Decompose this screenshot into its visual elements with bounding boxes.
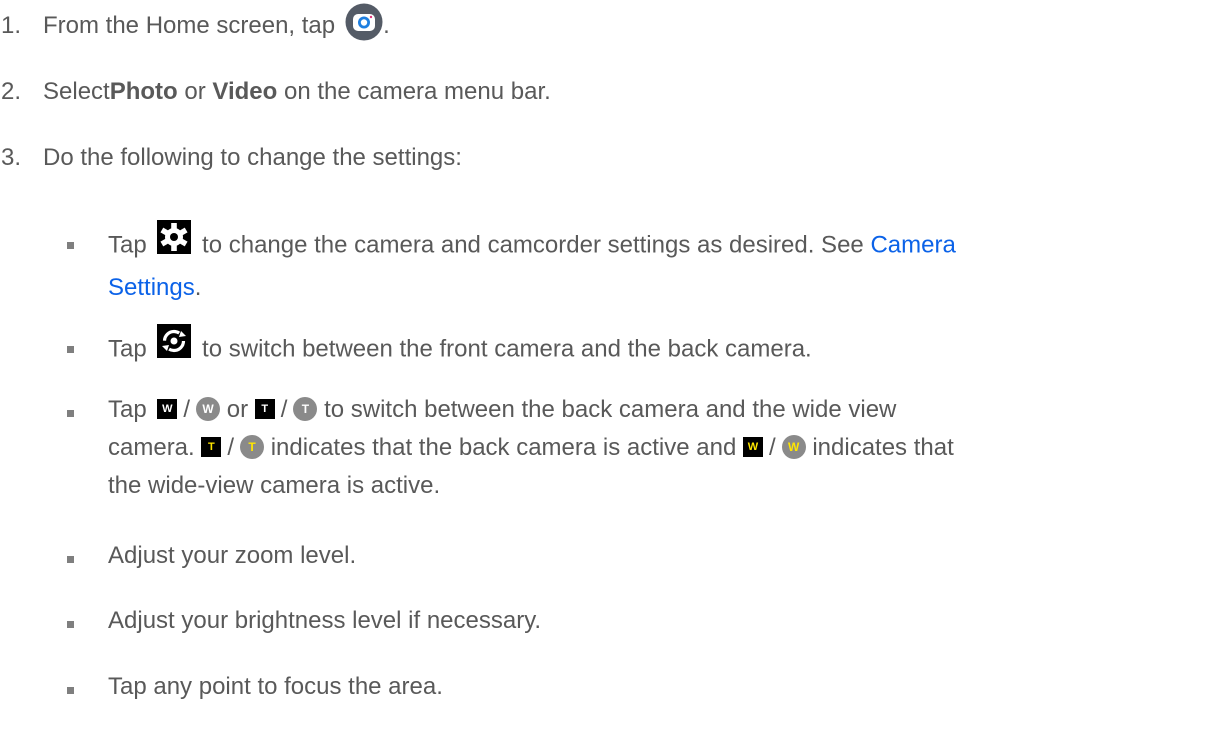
bullet-marker (67, 346, 74, 353)
camera-settings-link-part2[interactable]: Settings (108, 274, 195, 301)
switch-description: to switch between the front camera and t… (202, 335, 812, 363)
step-number: 3. (1, 144, 22, 171)
camera-settings-link-part1[interactable]: Camera (870, 231, 955, 258)
bullet-wide-tele: Tap W / W or T / T to switch between the bac… (0, 396, 954, 505)
document-page: 1. From the Home screen, tap . 2. Select… (0, 0, 1207, 742)
bullet-switch-camera: Tap to switch between the front camera a… (0, 324, 812, 373)
step-text: From the Home screen, tap (43, 12, 336, 39)
step-tail: . (383, 12, 390, 39)
photo-label: Photo (109, 78, 178, 105)
bullet-marker (67, 621, 74, 628)
bullet-text: Adjust your brightness level if necessar… (108, 607, 542, 634)
wide-active-circle-icon: W (781, 434, 806, 459)
or-word: or (226, 396, 249, 423)
slash: / (183, 396, 191, 423)
step-text-pre: Select (43, 78, 110, 105)
line1-text: to switch between the back camera and th… (324, 396, 897, 423)
period: . (194, 274, 202, 301)
bullet-marker (67, 242, 74, 249)
bullet-marker (67, 687, 74, 694)
line3-text: the wide-view camera is active. (108, 472, 441, 499)
line2-end: indicates that (812, 434, 954, 461)
settings-description: to change the camera and camcorder setti… (202, 231, 871, 259)
bullet-text: Tap any point to focus the area. (108, 673, 443, 700)
slash: / (280, 396, 288, 423)
step-number: 1. (1, 12, 22, 39)
step-number: 2. (1, 78, 22, 105)
bullet-text: Tap to change the camera and camcorder s… (108, 220, 956, 307)
bullet-marker (67, 556, 74, 563)
line2-mid: indicates that the back camera is active… (270, 434, 737, 461)
bullet-text: Tap to switch between the front camera a… (108, 324, 812, 373)
bullet-brightness: Adjust your brightness level if necessar… (0, 607, 541, 640)
slash: / (227, 434, 235, 461)
wide-circle-icon: W (196, 396, 221, 421)
bullet-text: Adjust your zoom level. (108, 542, 357, 569)
step-3: 3. Do the following to change the settin… (0, 138, 462, 178)
step-text-post: on the camera menu bar. (277, 78, 551, 105)
bullet-settings: Tap to change the camera and camcorder s… (0, 220, 956, 307)
tap-word: Tap (108, 231, 147, 259)
bullet-focus: Tap any point to focus the area. (0, 673, 443, 706)
wide-square-icon: W (157, 398, 178, 419)
tele-square-icon: T (254, 398, 275, 419)
step-2: 2. Select Photo or Video on the camera m… (0, 72, 551, 112)
step-text: Do the following to change the settings: (43, 144, 462, 171)
video-label: Video (212, 78, 278, 105)
slash: / (768, 434, 776, 461)
tele-circle-icon: T (293, 396, 318, 421)
tap-word: Tap (108, 335, 147, 363)
line2-start: camera. (108, 434, 195, 461)
bullet-zoom: Adjust your zoom level. (0, 542, 356, 575)
step-text-mid: or (177, 78, 213, 105)
tele-active-square-icon: T (201, 436, 222, 457)
switch-camera-icon (157, 324, 192, 370)
step-1: 1. From the Home screen, tap . (0, 3, 390, 48)
camera-app-icon (345, 3, 383, 48)
wide-active-square-icon: W (742, 436, 763, 457)
tele-active-circle-icon: T (240, 434, 265, 459)
tap-word: Tap (108, 396, 147, 423)
bullet-text: Tap W / W or T / T to switch between the bac… (108, 391, 954, 505)
settings-gear-icon (157, 220, 192, 266)
bullet-marker (67, 410, 74, 417)
